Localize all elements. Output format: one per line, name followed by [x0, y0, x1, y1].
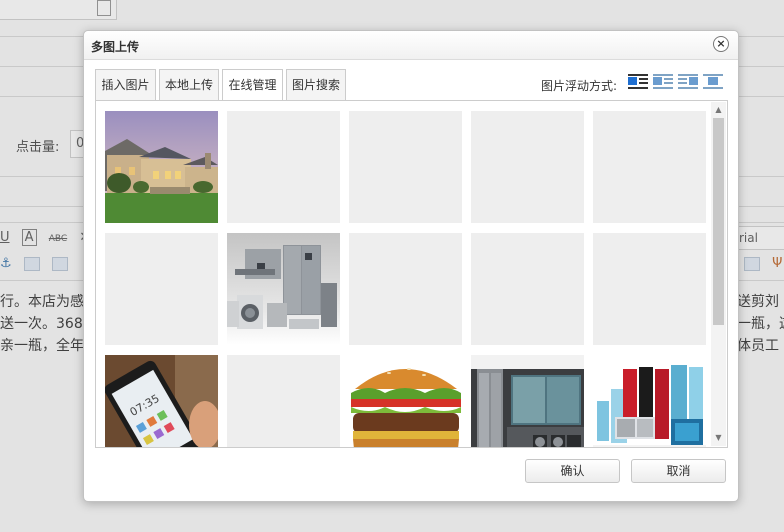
image-thumb-kitchen[interactable] [471, 355, 584, 447]
dialog-header: 多图上传 × [84, 31, 738, 60]
image-thumb-refrigerators[interactable] [593, 355, 706, 447]
image-thumb-placeholder[interactable] [105, 233, 218, 345]
tab-insert-image[interactable]: 插入图片 [95, 69, 156, 100]
float-mode-label: 图片浮动方式: [541, 79, 618, 93]
tab-local-upload[interactable]: 本地上传 [159, 69, 219, 100]
close-icon[interactable]: × [713, 36, 729, 52]
float-none-icon[interactable] [628, 74, 648, 90]
panel-scrollbar[interactable]: ▲ ▼ [711, 102, 726, 446]
image-thumb-appliances[interactable] [227, 233, 340, 345]
image-thumb-placeholder[interactable] [349, 111, 462, 223]
float-left-icon[interactable] [653, 74, 673, 90]
kitchen-image [471, 355, 584, 447]
float-center-icon[interactable] [703, 74, 723, 90]
image-thumb-placeholder[interactable] [593, 111, 706, 223]
image-thumb-phone[interactable]: 07:35 [105, 355, 218, 447]
burger-image [349, 355, 462, 447]
image-thumb-placeholder[interactable] [471, 111, 584, 223]
house-image [105, 111, 218, 223]
appliances-image [227, 233, 340, 345]
image-thumb-placeholder[interactable] [227, 111, 340, 223]
float-right-icon[interactable] [678, 74, 698, 90]
scrollbar-thumb[interactable] [713, 118, 724, 325]
scroll-up-icon[interactable]: ▲ [711, 103, 726, 117]
image-thumb-burger[interactable] [349, 355, 462, 447]
multi-image-upload-dialog: 多图上传 × 插入图片 本地上传 在线管理 图片搜索 图片浮动方式: 07:35… [83, 30, 739, 502]
refrigerators-image [593, 355, 706, 447]
tab-image-search[interactable]: 图片搜索 [286, 69, 346, 100]
dialog-title: 多图上传 [91, 40, 140, 54]
phone-image: 07:35 [105, 355, 218, 447]
confirm-button[interactable]: 确认 [525, 459, 620, 483]
tab-online-manage[interactable]: 在线管理 [222, 69, 283, 102]
scroll-down-icon[interactable]: ▼ [711, 431, 726, 445]
image-thumb-placeholder[interactable] [471, 233, 584, 345]
online-image-panel: 07:35 ▲ ▼ [95, 100, 728, 448]
image-thumb-placeholder[interactable] [593, 233, 706, 345]
cancel-button[interactable]: 取消 [631, 459, 726, 483]
image-thumb-house[interactable] [105, 111, 218, 223]
image-thumb-placeholder[interactable] [227, 355, 340, 447]
image-thumb-placeholder[interactable] [349, 233, 462, 345]
